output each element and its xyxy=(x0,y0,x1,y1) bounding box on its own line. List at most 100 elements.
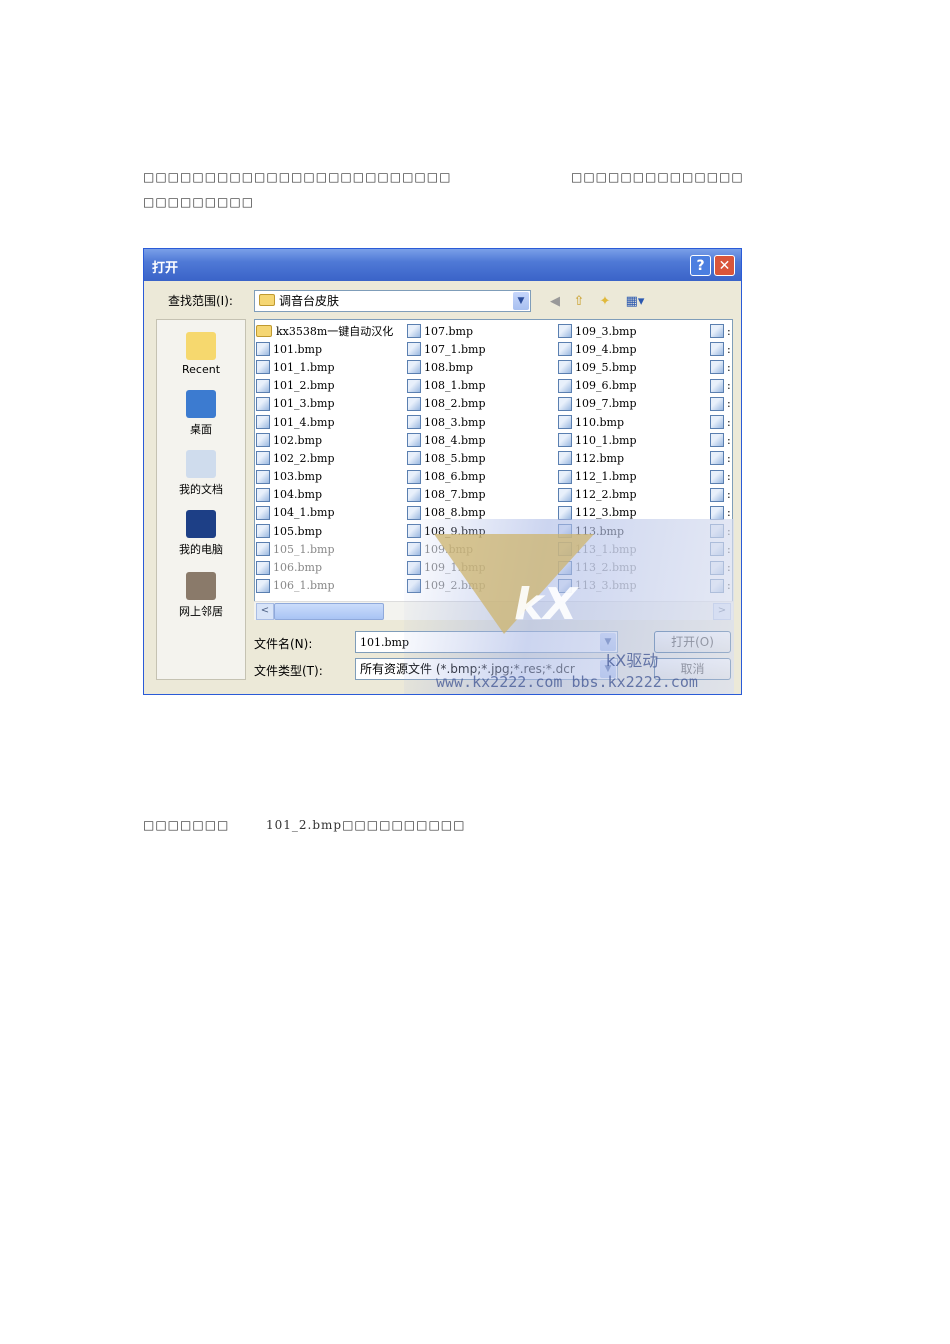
file-item[interactable]: 101_1.bmp xyxy=(256,358,393,376)
new-folder-icon[interactable]: ✦ xyxy=(596,293,614,311)
file-item[interactable]: : xyxy=(710,358,731,376)
bitmap-file-icon xyxy=(558,487,572,502)
paragraph-text: □□□□□□□ xyxy=(143,818,230,832)
file-item[interactable]: 110.bmp xyxy=(558,413,637,431)
file-item[interactable]: 109_5.bmp xyxy=(558,358,637,376)
folder-icon xyxy=(259,294,275,306)
bitmap-file-icon xyxy=(558,542,572,557)
file-item[interactable]: 103.bmp xyxy=(256,468,393,486)
place-my-documents[interactable]: 我的文档 xyxy=(157,450,245,497)
file-item[interactable]: 105_1.bmp xyxy=(256,540,393,558)
file-item[interactable]: 109_6.bmp xyxy=(558,377,637,395)
place-recent[interactable]: Recent xyxy=(157,332,245,376)
file-item[interactable]: 112_2.bmp xyxy=(558,486,637,504)
file-item[interactable]: : xyxy=(710,431,731,449)
close-button[interactable]: ✕ xyxy=(714,255,735,276)
file-item[interactable]: : xyxy=(710,377,731,395)
file-item[interactable]: 113_2.bmp xyxy=(558,558,637,576)
network-icon xyxy=(186,572,216,600)
file-item[interactable]: 107_1.bmp xyxy=(407,340,486,358)
file-item[interactable]: 108_2.bmp xyxy=(407,395,486,413)
open-button[interactable]: 打开(O) xyxy=(654,631,731,653)
file-name: : xyxy=(727,542,731,556)
file-item[interactable]: 112_3.bmp xyxy=(558,504,637,522)
file-item[interactable]: 109_3.bmp xyxy=(558,322,637,340)
file-item[interactable]: 107.bmp xyxy=(407,322,486,340)
scroll-left-icon[interactable]: < xyxy=(256,603,274,620)
file-item[interactable]: : xyxy=(710,558,731,576)
file-item[interactable]: 104_1.bmp xyxy=(256,504,393,522)
file-item[interactable]: 101_4.bmp xyxy=(256,413,393,431)
file-item[interactable]: : xyxy=(710,395,731,413)
file-item[interactable]: : xyxy=(710,322,731,340)
bitmap-file-icon xyxy=(710,451,724,466)
scroll-right-icon[interactable]: > xyxy=(713,603,731,620)
file-item[interactable]: kx3538m一键自动汉化 xyxy=(256,322,393,340)
file-item[interactable]: : xyxy=(710,486,731,504)
file-item[interactable]: 109_2.bmp xyxy=(407,577,486,595)
title-bar: 打开 ? ✕ xyxy=(144,249,741,281)
file-item[interactable]: 109.bmp xyxy=(407,540,486,558)
place-network[interactable]: 网上邻居 xyxy=(157,572,245,619)
file-item[interactable]: 101_2.bmp xyxy=(256,377,393,395)
filetype-dropdown[interactable]: 所有资源文件 (*.bmp;*.jpg;*.res;*.dcr ▼ xyxy=(355,658,618,680)
place-label: 我的电脑 xyxy=(179,543,223,556)
file-name: 113_2.bmp xyxy=(575,561,637,575)
file-name: : xyxy=(727,524,731,538)
bitmap-file-icon xyxy=(256,505,270,520)
file-item[interactable]: 113.bmp xyxy=(558,522,637,540)
place-desktop[interactable]: 桌面 xyxy=(157,390,245,437)
help-button[interactable]: ? xyxy=(690,255,711,276)
file-item[interactable]: : xyxy=(710,504,731,522)
horizontal-scrollbar[interactable]: < > xyxy=(254,601,733,620)
file-item[interactable]: 108_1.bmp xyxy=(407,377,486,395)
file-item[interactable]: : xyxy=(710,449,731,467)
file-name: : xyxy=(727,488,731,502)
back-icon[interactable]: ◀ xyxy=(546,293,564,311)
file-item[interactable]: : xyxy=(710,577,731,595)
place-label: 我的文档 xyxy=(179,483,223,496)
view-menu-icon[interactable]: ▦▾ xyxy=(622,293,648,311)
file-item[interactable]: 109_4.bmp xyxy=(558,340,637,358)
file-item[interactable]: 108_4.bmp xyxy=(407,431,486,449)
file-item[interactable]: 104.bmp xyxy=(256,486,393,504)
file-item[interactable]: : xyxy=(710,522,731,540)
file-item[interactable]: 108_6.bmp xyxy=(407,468,486,486)
bitmap-file-icon xyxy=(558,451,572,466)
filename-value: 101.bmp xyxy=(360,636,410,649)
file-item[interactable]: 108_8.bmp xyxy=(407,504,486,522)
file-item[interactable]: 110_1.bmp xyxy=(558,431,637,449)
file-item[interactable]: 109_7.bmp xyxy=(558,395,637,413)
cancel-button[interactable]: 取消 xyxy=(654,658,731,680)
file-item[interactable]: 106_1.bmp xyxy=(256,577,393,595)
look-in-dropdown[interactable]: 调音台皮肤 ▼ xyxy=(254,290,531,312)
file-item[interactable]: 112_1.bmp xyxy=(558,468,637,486)
folder-icon xyxy=(186,332,216,360)
file-item[interactable]: 113_1.bmp xyxy=(558,540,637,558)
file-item[interactable]: 108.bmp xyxy=(407,358,486,376)
file-item[interactable]: 113_3.bmp xyxy=(558,577,637,595)
file-item[interactable]: 112.bmp xyxy=(558,449,637,467)
file-item[interactable]: 102_2.bmp xyxy=(256,449,393,467)
file-item[interactable]: : xyxy=(710,540,731,558)
scroll-thumb[interactable] xyxy=(274,603,384,620)
file-item[interactable]: 105.bmp xyxy=(256,522,393,540)
file-name: 109_7.bmp xyxy=(575,397,637,411)
file-item[interactable]: 102.bmp xyxy=(256,431,393,449)
file-item[interactable]: : xyxy=(710,468,731,486)
file-item[interactable]: 109_1.bmp xyxy=(407,558,486,576)
bitmap-file-icon xyxy=(710,578,724,593)
file-item[interactable]: : xyxy=(710,340,731,358)
up-folder-icon[interactable]: ⇧ xyxy=(570,293,588,311)
file-item[interactable]: 106.bmp xyxy=(256,558,393,576)
file-item[interactable]: 101.bmp xyxy=(256,340,393,358)
file-item[interactable]: 101_3.bmp xyxy=(256,395,393,413)
place-my-computer[interactable]: 我的电脑 xyxy=(157,510,245,557)
file-item[interactable]: : xyxy=(710,413,731,431)
file-item[interactable]: 108_9.bmp xyxy=(407,522,486,540)
file-item[interactable]: 108_7.bmp xyxy=(407,486,486,504)
filename-input[interactable]: 101.bmp ▼ xyxy=(355,631,618,653)
file-list[interactable]: kx3538m一键自动汉化 101.bmp 101_1.bmp 101_2.bmp 10… xyxy=(254,319,733,620)
file-item[interactable]: 108_3.bmp xyxy=(407,413,486,431)
file-item[interactable]: 108_5.bmp xyxy=(407,449,486,467)
